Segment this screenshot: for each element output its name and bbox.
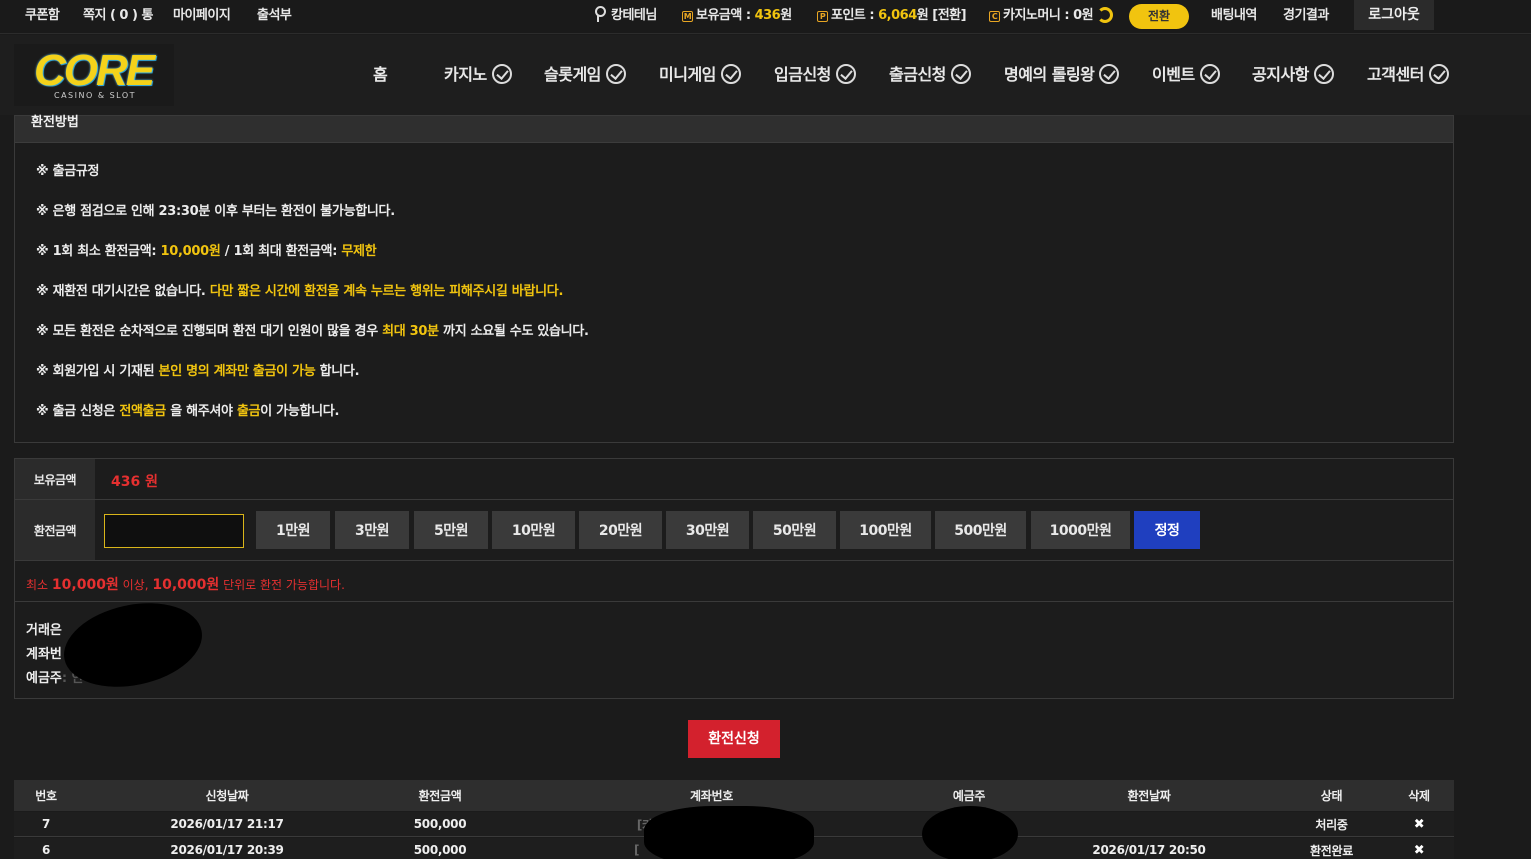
col-header: 환전금액 bbox=[418, 789, 462, 803]
nav-rolling-king[interactable]: 명예의 롤링왕 bbox=[1004, 35, 1120, 115]
amount-500k-button[interactable]: 50만원 bbox=[753, 511, 836, 549]
amount-100k-button[interactable]: 10만원 bbox=[492, 511, 575, 549]
nav-notice[interactable]: 공지사항 bbox=[1252, 35, 1334, 115]
rule-line: ※ 회원가입 시 기재된 본인 명의 계좌만 출금이 가능 합니다. bbox=[36, 364, 360, 379]
check-circle-icon bbox=[1428, 64, 1449, 84]
refresh-icon[interactable] bbox=[1097, 7, 1114, 23]
exchange-submit-button[interactable]: 환전신청 bbox=[688, 720, 780, 758]
rule-line: ※ 출금규정 bbox=[36, 164, 100, 179]
switch-button[interactable]: 전환 bbox=[1129, 4, 1189, 29]
redaction-mark bbox=[922, 806, 1018, 859]
redaction-mark bbox=[644, 806, 814, 859]
reset-button[interactable]: 정정 bbox=[1134, 511, 1200, 549]
exchange-rules-panel: 환전방법 ※ 출금규정 ※ 은행 점검으로 인해 23:30분 이후 부터는 환… bbox=[14, 115, 1454, 443]
check-circle-icon bbox=[605, 64, 626, 84]
row-done-date bbox=[1019, 812, 1279, 836]
nav-home[interactable]: 홈 bbox=[373, 35, 388, 115]
nav-withdraw[interactable]: 출금신청 bbox=[889, 35, 971, 115]
message-link[interactable]: 쪽지 ( 0 ) 통 bbox=[83, 0, 153, 34]
nav-support[interactable]: 고객센터 bbox=[1367, 35, 1449, 115]
account-bank: 거래은 bbox=[26, 623, 62, 638]
row-status: 환전완료 bbox=[1310, 843, 1353, 858]
game-results-link[interactable]: 경기결과 bbox=[1283, 0, 1329, 34]
nav-deposit[interactable]: 입금신청 bbox=[774, 35, 856, 115]
check-circle-icon bbox=[835, 64, 856, 84]
amount-200k-button[interactable]: 20만원 bbox=[579, 511, 662, 549]
logo[interactable]: CORE CASINO & SLOT bbox=[14, 44, 174, 106]
col-header: 환전날짜 bbox=[1127, 789, 1171, 803]
logout-button[interactable]: 로그아웃 bbox=[1354, 0, 1434, 30]
exchange-form: 보유금액 436 원 환전금액 1만원 3만원 5만원 10만원 20만원 30… bbox=[14, 458, 1454, 699]
balance-value: 436 원 bbox=[111, 474, 158, 490]
amount-300k-button[interactable]: 30만원 bbox=[666, 511, 749, 549]
amount-30k-button[interactable]: 3만원 bbox=[335, 511, 409, 549]
check-circle-icon bbox=[1313, 64, 1334, 84]
amount-5m-button[interactable]: 500만원 bbox=[935, 511, 1026, 549]
logo-text: CORE bbox=[34, 46, 155, 95]
betting-history-link[interactable]: 배팅내역 bbox=[1211, 0, 1257, 34]
casino-icon: C bbox=[989, 11, 1000, 22]
amount-1m-button[interactable]: 100만원 bbox=[840, 511, 931, 549]
row-date: 2026/01/17 21:17 bbox=[170, 817, 284, 831]
username: 캉테테님 bbox=[593, 0, 657, 34]
amount-label: 환전금액 bbox=[15, 500, 95, 560]
main-header: CORE CASINO & SLOT 홈 카지노 슬롯게임 미니게임 입금신청 … bbox=[0, 35, 1531, 115]
balance-icon: M bbox=[682, 11, 693, 22]
rule-line: ※ 재환전 대기시간은 없습니다. 다만 짧은 시간에 환전을 계속 누르는 행… bbox=[36, 284, 564, 299]
row-date: 2026/01/17 20:39 bbox=[170, 843, 284, 857]
row-no: 6 bbox=[41, 843, 51, 857]
point-icon: P bbox=[817, 11, 828, 22]
delete-icon[interactable]: ✖ bbox=[1384, 812, 1454, 836]
balance-row: 보유금액 436 원 bbox=[15, 459, 1453, 500]
check-circle-icon bbox=[491, 64, 512, 84]
check-circle-icon bbox=[720, 64, 741, 84]
min-amount-note: 최소 10,000원 이상, 10,000원 단위로 환전 가능합니다. bbox=[26, 577, 345, 593]
check-circle-icon bbox=[950, 64, 971, 84]
row-amount: 500,000 bbox=[413, 843, 467, 857]
coupon-link[interactable]: 쿠폰함 bbox=[25, 0, 60, 34]
casino-money-info: C 카지노머니 : 0원 bbox=[989, 0, 1114, 34]
row-done-date: 2026/01/17 20:50 bbox=[1092, 843, 1206, 857]
balance-info: M 보유금액 : 436원 bbox=[682, 8, 792, 23]
attendance-link[interactable]: 출석부 bbox=[257, 0, 292, 34]
amount-10m-button[interactable]: 1000만원 bbox=[1031, 511, 1130, 549]
col-header: 삭제 bbox=[1408, 789, 1430, 803]
rule-line: ※ 모든 환전은 순차적으로 진행되며 환전 대기 인원이 많을 경우 최대 3… bbox=[36, 324, 589, 339]
amount-10k-button[interactable]: 1만원 bbox=[256, 511, 330, 549]
balance-label: 보유금액 bbox=[15, 459, 95, 499]
user-icon bbox=[593, 6, 606, 22]
nav-casino[interactable]: 카지노 bbox=[444, 35, 512, 115]
account-number: 계좌번 bbox=[26, 647, 62, 662]
rules-title: 환전방법 bbox=[15, 116, 1453, 143]
logo-subtitle: CASINO & SLOT bbox=[54, 91, 137, 100]
row-no: 7 bbox=[41, 817, 51, 831]
mypage-link[interactable]: 마이페이지 bbox=[173, 0, 231, 34]
amount-50k-button[interactable]: 5만원 bbox=[414, 511, 488, 549]
col-header: 신청날짜 bbox=[205, 789, 249, 803]
row-amount: 500,000 bbox=[413, 817, 467, 831]
delete-icon[interactable]: ✖ bbox=[1384, 838, 1454, 859]
check-circle-icon bbox=[1099, 64, 1120, 84]
rule-line: ※ 출금 신청은 전액출금 을 해주셔야 출금이 가능합니다. bbox=[36, 404, 340, 419]
nav-mini-game[interactable]: 미니게임 bbox=[659, 35, 741, 115]
check-circle-icon bbox=[1199, 64, 1220, 84]
amount-input[interactable] bbox=[104, 514, 244, 548]
nav-slot[interactable]: 슬롯게임 bbox=[544, 35, 626, 115]
col-header: 상태 bbox=[1320, 789, 1343, 803]
nav-event[interactable]: 이벤트 bbox=[1152, 35, 1220, 115]
col-header: 번호 bbox=[35, 789, 57, 803]
rule-line: ※ 1회 최소 환전금액: 10,000원 / 1회 최대 환전금액: 무제한 bbox=[36, 244, 377, 259]
row-status: 처리중 bbox=[1315, 817, 1348, 832]
point-info[interactable]: P 포인트 : 6,064원 [전환] bbox=[817, 0, 967, 34]
top-bar: 쿠폰함 쪽지 ( 0 ) 통 마이페이지 출석부 캉테테님 M 보유금액 : 43… bbox=[0, 0, 1531, 34]
rule-line: ※ 은행 점검으로 인해 23:30분 이후 부터는 환전이 불가능합니다. bbox=[36, 204, 395, 219]
